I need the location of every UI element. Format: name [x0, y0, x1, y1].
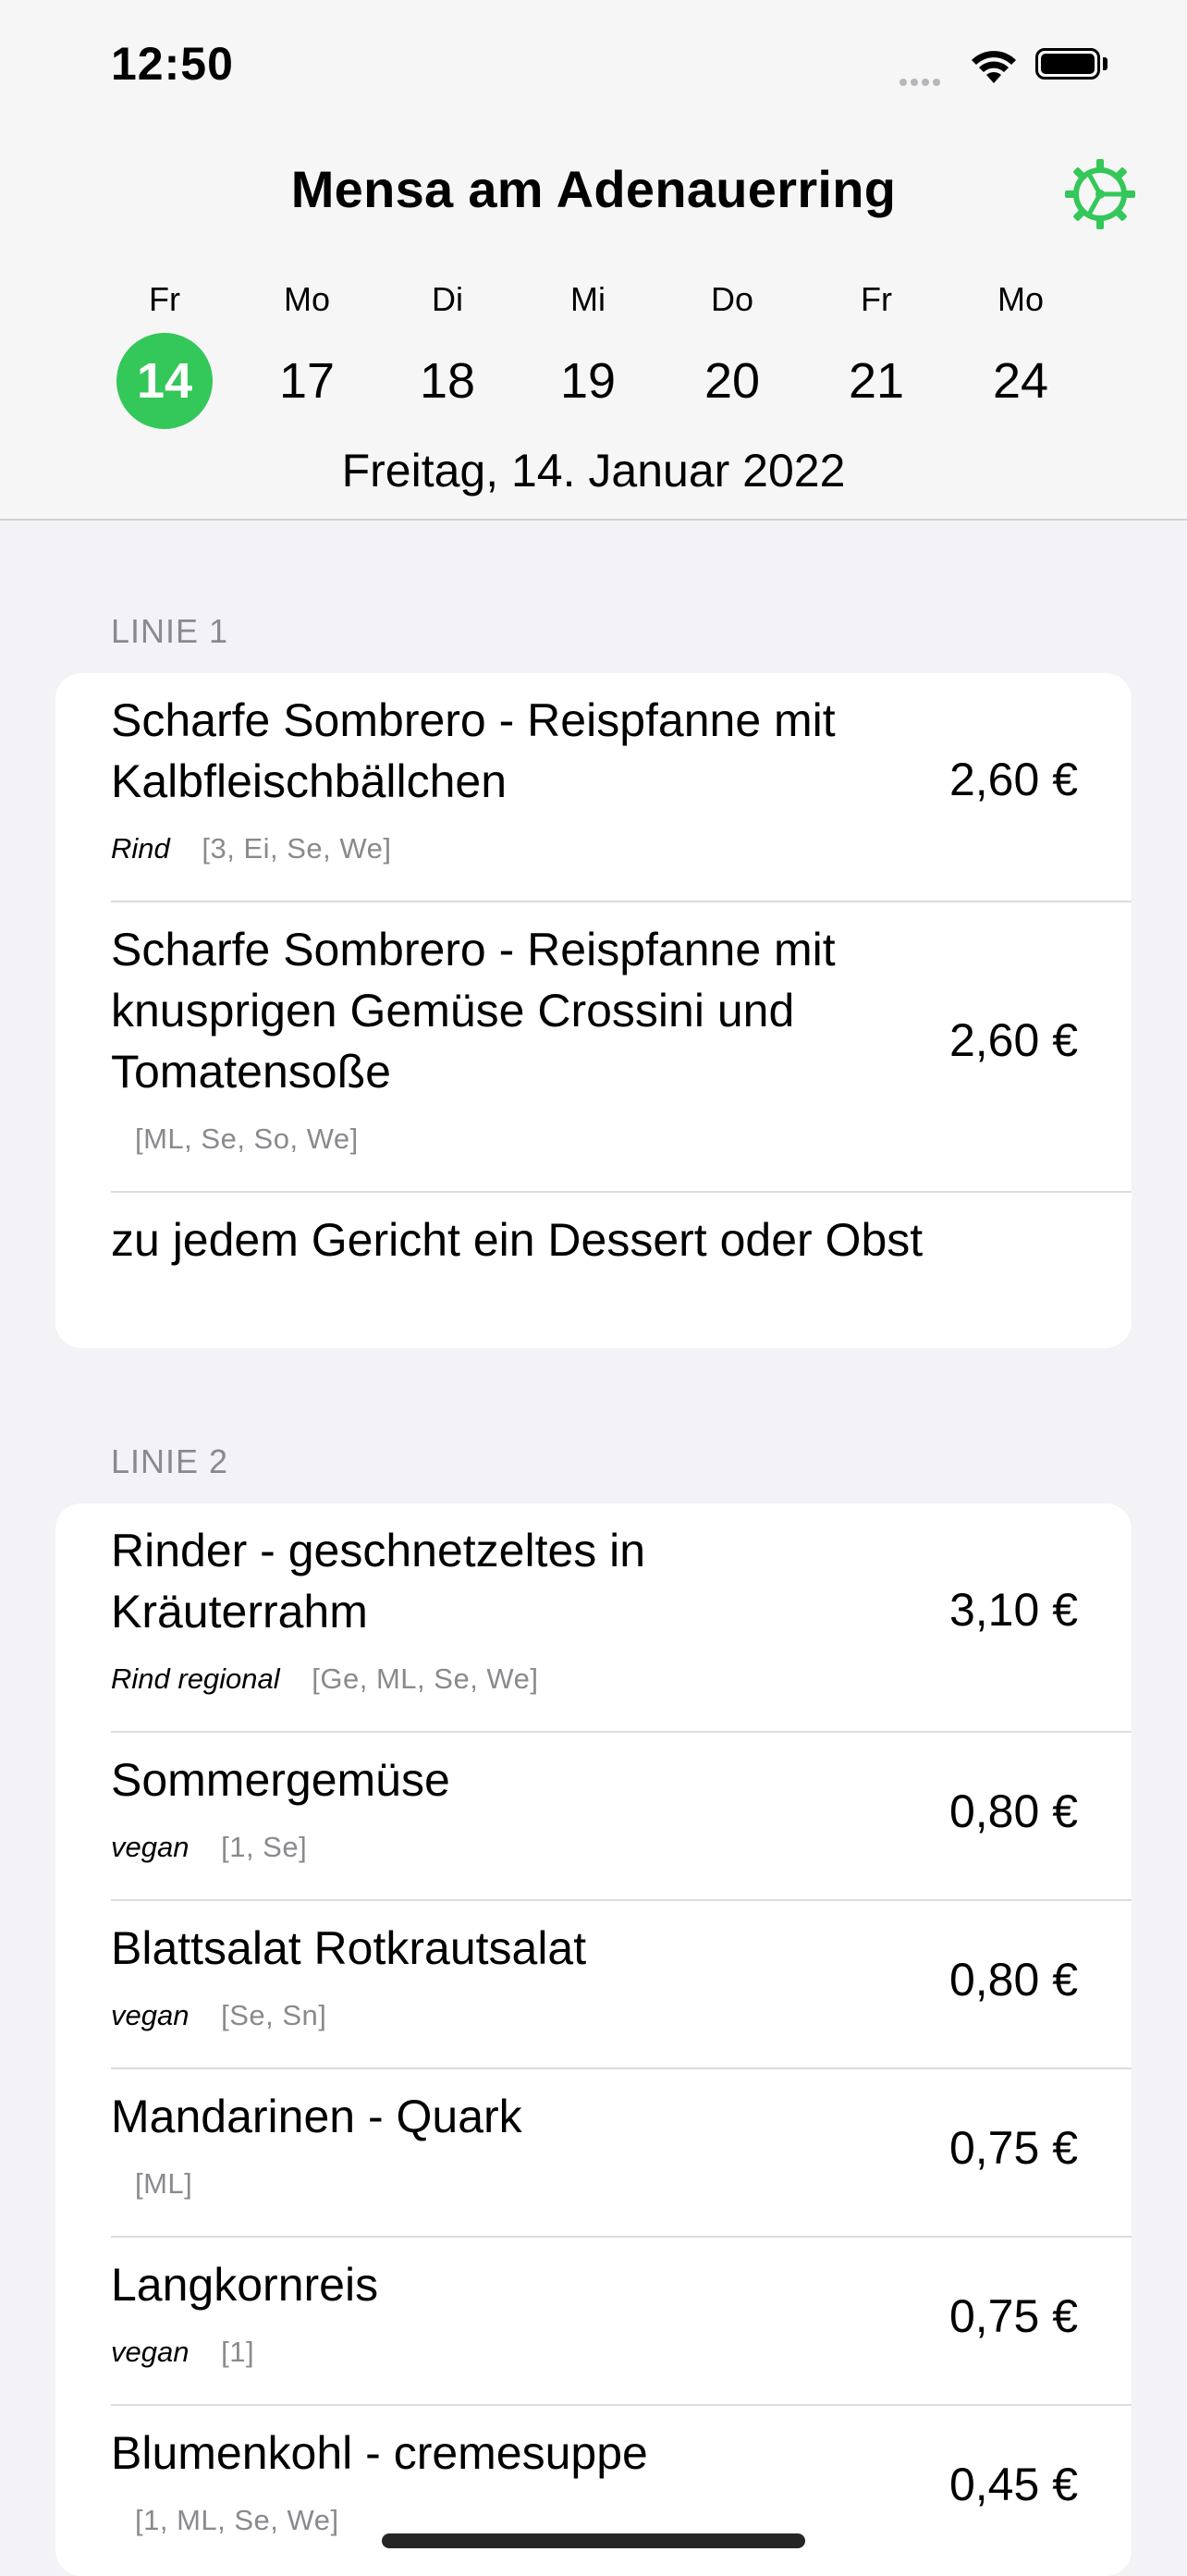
- wifi-icon: [972, 51, 1016, 83]
- meal-name: Blumenkohl - cremesuppe: [111, 2427, 648, 2479]
- section-title: LINIE 2: [111, 1442, 229, 1480]
- day-number: 20: [704, 353, 761, 409]
- meal-price: 0,80 €: [948, 1954, 1078, 2006]
- meal-tag: Rind: [111, 832, 170, 865]
- meal-row[interactable]: Mandarinen - Quark [ML] 0,75 €: [111, 2067, 1132, 2236]
- meal-meta: Rind regional [Ge, ML, Se, We]: [111, 1662, 1132, 1722]
- page-title: Mensa am Adenauerring: [290, 160, 897, 218]
- meal-row[interactable]: Sommergemüse vegan [1, Se] 0,80 €: [111, 1731, 1132, 1899]
- day-fr-14[interactable]: Fr 14: [100, 277, 229, 429]
- meal-name: Scharfe Sombrero - Reispfanne mit Kalbfl…: [111, 694, 836, 807]
- meal-price: 0,75 €: [948, 2122, 1078, 2174]
- meal-price: 0,75 €: [948, 2290, 1078, 2342]
- meal-meta: Rind [3, Ei, Se, We]: [111, 832, 1132, 891]
- day-number: 14: [116, 333, 213, 429]
- battery-icon: [1035, 48, 1100, 80]
- meal-name: Sommergemüse: [111, 1754, 450, 1806]
- day-fr-21[interactable]: Fr 21: [812, 277, 941, 429]
- day-name: Do: [710, 280, 754, 318]
- meal-allergens: [ML]: [135, 2167, 193, 2200]
- section-title: LINIE 1: [111, 612, 229, 650]
- meal-price: 3,10 €: [948, 1584, 1078, 1636]
- meal-tag: vegan: [111, 2336, 190, 2368]
- meal-row[interactable]: Langkornreis vegan [1] 0,75 €: [111, 2236, 1132, 2404]
- day-number: 17: [278, 353, 336, 409]
- day-number: 19: [559, 353, 617, 409]
- day-mo-17[interactable]: Mo 17: [242, 277, 372, 429]
- meal-price: 0,80 €: [948, 1785, 1078, 1837]
- meal-allergens: [Ge, ML, Se, We]: [312, 1662, 539, 1695]
- header: 12:50 Mensa am Adenauerring Fr 14 Mo 17 …: [0, 0, 1187, 521]
- meal-allergens: [1]: [221, 2336, 255, 2368]
- day-mi-19[interactable]: Mi 19: [523, 277, 653, 429]
- day-name: Mo: [283, 280, 330, 318]
- cellular-signal-icon: [899, 74, 944, 91]
- meal-name: Mandarinen - Quark: [111, 2091, 522, 2142]
- meal-row[interactable]: Rinder - geschnetzeltes in Kräuterrahm R…: [55, 1503, 1132, 1731]
- meal-row[interactable]: Scharfe Sombrero - Reispfanne mit Kalbfl…: [55, 673, 1132, 901]
- menu-card-linie-2: Rinder - geschnetzeltes in Kräuterrahm R…: [55, 1503, 1132, 2576]
- day-name: Di: [432, 280, 463, 318]
- meal-allergens: [Se, Sn]: [221, 1999, 327, 2031]
- meal-tag: Rind regional: [111, 1662, 280, 1695]
- home-indicator[interactable]: [382, 2533, 805, 2548]
- day-name: Mo: [997, 280, 1044, 318]
- menu-card-linie-1: Scharfe Sombrero - Reispfanne mit Kalbfl…: [55, 673, 1132, 1348]
- meal-allergens: [1, ML, Se, We]: [135, 2504, 339, 2536]
- meal-tag: vegan: [111, 1999, 190, 2031]
- meal-meta: [ML]: [111, 2167, 1132, 2226]
- meal-allergens: [1, Se]: [221, 1831, 308, 1863]
- meal-name: Blattsalat Rotkrautsalat: [111, 1922, 587, 1974]
- status-time: 12:50: [111, 38, 234, 90]
- meal-meta: vegan [Se, Sn]: [111, 1999, 1132, 2058]
- meal-name: Rinder - geschnetzeltes in Kräuterrahm: [111, 1525, 646, 1638]
- gear-icon[interactable]: [1061, 155, 1139, 233]
- day-mo-24[interactable]: Mo 24: [956, 277, 1085, 429]
- meal-tag: vegan: [111, 1831, 190, 1863]
- meal-allergens: [3, Ei, Se, We]: [202, 832, 392, 865]
- day-name: Fr: [149, 280, 180, 318]
- week-selector: Fr 14 Mo 17 Di 18 Mi 19 Do 20 Fr 21 Mo 2…: [0, 277, 1187, 444]
- meal-price: 0,45 €: [948, 2459, 1078, 2510]
- day-name: Fr: [861, 280, 892, 318]
- day-number: 21: [848, 353, 905, 409]
- meal-row[interactable]: Scharfe Sombrero - Reispfanne mit knuspr…: [111, 901, 1132, 1191]
- meal-name: Scharfe Sombrero - Reispfanne mit knuspr…: [111, 924, 836, 1098]
- meal-price: 2,60 €: [948, 1014, 1078, 1066]
- meal-price: 2,60 €: [948, 754, 1078, 805]
- selected-date: Freitag, 14. Januar 2022: [341, 445, 846, 497]
- meal-row[interactable]: Blattsalat Rotkrautsalat vegan [Se, Sn] …: [111, 1899, 1132, 2067]
- meal-meta: vegan [1, Se]: [111, 1831, 1132, 1890]
- meal-meta: [ML, Se, So, We]: [111, 1122, 1132, 1182]
- meal-name: zu jedem Gericht ein Dessert oder Obst: [111, 1214, 924, 1266]
- day-do-20[interactable]: Do 20: [667, 277, 797, 429]
- day-number: 18: [419, 353, 476, 409]
- meal-name: Langkornreis: [111, 2259, 379, 2311]
- meal-allergens: [ML, Se, So, We]: [135, 1122, 359, 1155]
- day-di-18[interactable]: Di 18: [383, 277, 512, 429]
- day-name: Mi: [570, 280, 606, 318]
- day-number: 24: [992, 353, 1049, 409]
- meal-row[interactable]: zu jedem Gericht ein Dessert oder Obst: [111, 1191, 1132, 1348]
- meal-meta: vegan [1]: [111, 2336, 1132, 2395]
